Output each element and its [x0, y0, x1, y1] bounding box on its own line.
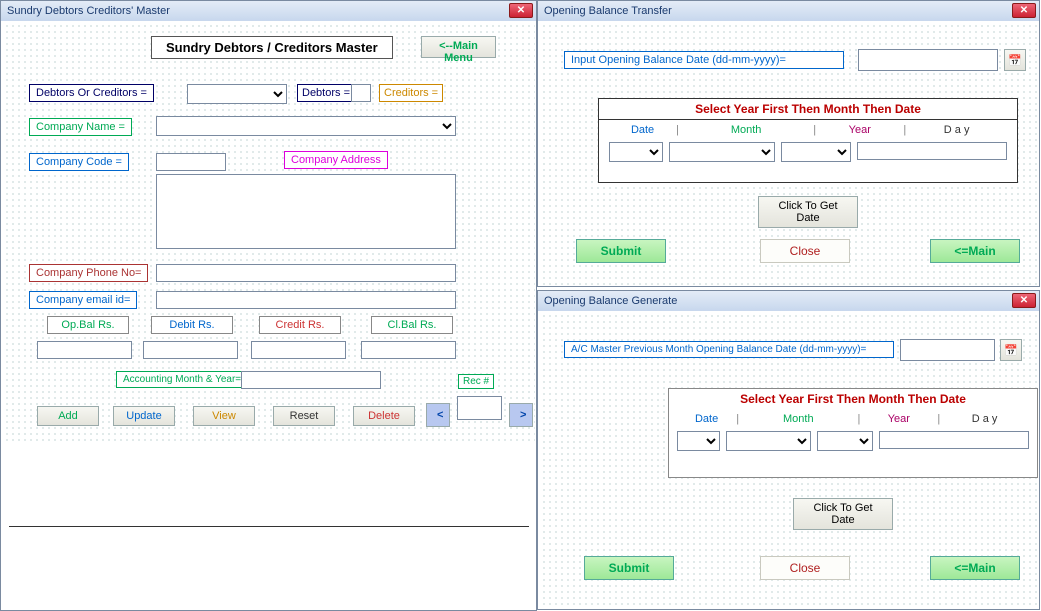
- window-opening-balance-generate: Opening Balance Generate ✕ A/C Master Pr…: [537, 290, 1040, 610]
- select-header: Select Year First Then Month Then Date: [599, 99, 1017, 120]
- prev-button[interactable]: <: [426, 403, 450, 427]
- debtors-field[interactable]: [351, 84, 371, 102]
- delete-button[interactable]: Delete: [353, 406, 415, 426]
- add-button[interactable]: Add: [37, 406, 99, 426]
- main-menu-button[interactable]: <--Main Menu: [421, 36, 496, 58]
- debtors-or-creditors-select[interactable]: [187, 84, 287, 104]
- year-col-label: Year: [816, 124, 903, 136]
- acct-month-year-field[interactable]: [241, 371, 381, 389]
- close-button[interactable]: Close: [760, 239, 850, 263]
- submit-button[interactable]: Submit: [576, 239, 666, 263]
- update-button[interactable]: Update: [113, 406, 175, 426]
- close-icon[interactable]: ✕: [509, 3, 533, 18]
- company-email-label: Company email id=: [29, 291, 137, 309]
- company-code-label: Company Code =: [29, 153, 129, 171]
- creditors-eq-label: Creditors =: [379, 84, 443, 102]
- date-col-label: Date: [609, 124, 676, 136]
- month-select[interactable]: [669, 142, 775, 162]
- next-button[interactable]: >: [509, 403, 533, 427]
- input-date-label: A/C Master Previous Month Opening Balanc…: [564, 341, 894, 358]
- company-name-select[interactable]: [156, 116, 456, 136]
- company-code-field[interactable]: [156, 153, 226, 171]
- click-get-date-button[interactable]: Click To Get Date: [758, 196, 858, 228]
- main-button[interactable]: <=Main: [930, 239, 1020, 263]
- credit-field[interactable]: [251, 341, 346, 359]
- titlebar-sundry: Sundry Debtors Creditors' Master ✕: [1, 1, 536, 21]
- date-select[interactable]: [677, 431, 720, 451]
- month-select[interactable]: [726, 431, 811, 451]
- rec-field[interactable]: [457, 396, 502, 420]
- debit-label: Debit Rs.: [151, 316, 233, 334]
- main-button[interactable]: <=Main: [930, 556, 1020, 580]
- day-col-label: D a y: [906, 124, 1007, 136]
- company-address-label: Company Address: [284, 151, 388, 169]
- page-title: Sundry Debtors / Creditors Master: [151, 36, 393, 59]
- calendar-icon[interactable]: 📅: [1004, 49, 1026, 71]
- year-col-label: Year: [860, 413, 937, 425]
- date-select[interactable]: [609, 142, 663, 162]
- day-field[interactable]: [857, 142, 1007, 160]
- view-button[interactable]: View: [193, 406, 255, 426]
- titlebar-generate: Opening Balance Generate ✕: [538, 291, 1039, 311]
- debtors-or-creditors-label: Debtors Or Creditors =: [29, 84, 154, 102]
- debit-field[interactable]: [143, 341, 238, 359]
- year-select[interactable]: [781, 142, 851, 162]
- select-header: Select Year First Then Month Then Date: [669, 389, 1037, 409]
- company-phone-label: Company Phone No=: [29, 264, 148, 282]
- month-col-label: Month: [679, 124, 813, 136]
- company-name-label: Company Name =: [29, 118, 132, 136]
- submit-button[interactable]: Submit: [584, 556, 674, 580]
- close-button[interactable]: Close: [760, 556, 850, 580]
- company-address-field[interactable]: [156, 174, 456, 249]
- titlebar-transfer: Opening Balance Transfer ✕: [538, 1, 1039, 21]
- rec-label: Rec #: [458, 374, 494, 389]
- calendar-icon[interactable]: 📅: [1000, 339, 1022, 361]
- debtors-eq-label: Debtors =: [297, 84, 355, 102]
- opbal-label: Op.Bal Rs.: [47, 316, 129, 334]
- day-field[interactable]: [879, 431, 1029, 449]
- company-email-field[interactable]: [156, 291, 456, 309]
- credit-label: Credit Rs.: [259, 316, 341, 334]
- date-col-label: Date: [677, 413, 736, 425]
- input-date-field[interactable]: [900, 339, 995, 361]
- close-icon[interactable]: ✕: [1012, 3, 1036, 18]
- month-col-label: Month: [739, 413, 857, 425]
- click-get-date-button[interactable]: Click To Get Date: [793, 498, 893, 530]
- day-col-label: D a y: [940, 413, 1029, 425]
- clbal-field[interactable]: [361, 341, 456, 359]
- window-opening-balance-transfer: Opening Balance Transfer ✕ Input Opening…: [537, 0, 1040, 287]
- close-icon[interactable]: ✕: [1012, 293, 1036, 308]
- year-select[interactable]: [817, 431, 873, 451]
- company-phone-field[interactable]: [156, 264, 456, 282]
- title-text: Opening Balance Generate: [544, 295, 677, 307]
- clbal-label: Cl.Bal Rs.: [371, 316, 453, 334]
- input-date-label: Input Opening Balance Date (dd-mm-yyyy)=: [564, 51, 844, 69]
- acct-month-year-label: Accounting Month & Year=: [116, 371, 248, 388]
- window-sundry-master: Sundry Debtors Creditors' Master ✕ Sundr…: [0, 0, 537, 611]
- title-text: Opening Balance Transfer: [544, 5, 672, 17]
- title-text: Sundry Debtors Creditors' Master: [7, 5, 170, 17]
- opbal-field[interactable]: [37, 341, 132, 359]
- input-date-field[interactable]: [858, 49, 998, 71]
- reset-button[interactable]: Reset: [273, 406, 335, 426]
